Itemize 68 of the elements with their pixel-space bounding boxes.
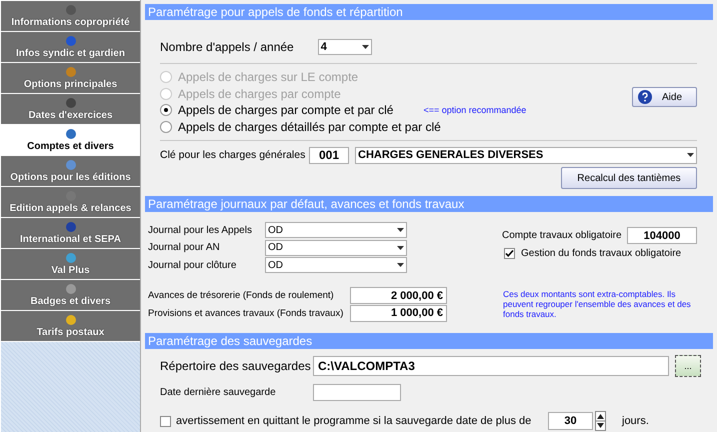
sidebar-item[interactable]: Infos syndic et gardien xyxy=(1,32,140,62)
dropdown-arrow-icon xyxy=(397,263,404,268)
field-label: Date dernière sauvegarde xyxy=(160,387,277,398)
sidebar-icon xyxy=(64,283,76,295)
info-note: Ces deux montants sont extra-comptables. Ils peuvent regrouper l'ensemble des avances et des fonds travaux. xyxy=(503,288,692,321)
key-dropdown[interactable]: CHARGES GENERALES DIVERSES xyxy=(355,146,697,164)
radio-button[interactable] xyxy=(160,104,172,116)
sidebar-item[interactable]: Informations copropriété xyxy=(1,1,140,31)
sidebar-icon xyxy=(64,66,76,78)
field-label: Journal pour les Appels xyxy=(148,224,253,236)
radio-label: Appels de charges sur LE compte xyxy=(178,70,358,84)
sidebar-item[interactable]: International et SEPA xyxy=(1,218,140,248)
sidebar-icon xyxy=(64,4,76,16)
checkbox-label: Gestion du fonds travaux obligatoire xyxy=(521,248,682,260)
sidebar-item[interactable]: Dates d'exercices xyxy=(1,94,140,124)
help-icon xyxy=(638,90,652,104)
field-label: Journal pour clôture xyxy=(148,260,238,271)
checkbox-label: avertissement en quittant le programme si la sauvegarde date de plus de xyxy=(176,415,532,427)
sidebar-icon xyxy=(64,221,76,233)
section-header: Paramétrage journaux par défaut, avances et fonds travaux xyxy=(145,196,713,212)
help-button[interactable]: Aide xyxy=(632,87,697,107)
amount-field[interactable]: 1 000,00 € xyxy=(350,304,447,322)
radio-label: Appels de charges par compte et par clé xyxy=(178,103,394,118)
spinner-arrows[interactable] xyxy=(595,411,606,431)
browse-button[interactable]: ... xyxy=(675,355,701,377)
dropdown-arrow-icon xyxy=(397,246,404,250)
dropdown-arrow-icon xyxy=(397,228,404,232)
sidebar-icon xyxy=(64,97,76,109)
dropdown-arrow-icon xyxy=(687,153,694,157)
radio-button[interactable] xyxy=(160,120,172,133)
checkbox[interactable] xyxy=(160,416,171,426)
recommendation-note: <== option recommandée xyxy=(423,105,526,116)
field-label: Clé pour les charges générales xyxy=(160,149,306,161)
sidebar-item[interactable]: Badges et divers xyxy=(1,280,140,310)
sidebar-item[interactable]: Options principales xyxy=(1,63,140,93)
sidebar-item[interactable]: Options pour les éditions xyxy=(1,156,140,186)
journal-dropdown[interactable]: OD xyxy=(265,240,407,256)
date-field[interactable] xyxy=(313,384,401,401)
field-label: Nombre d'appels / année xyxy=(160,40,294,54)
key-code-field[interactable]: 001 xyxy=(309,146,349,164)
sidebar-icon xyxy=(64,159,76,171)
sidebar-item[interactable]: Edition appels & relances xyxy=(1,187,140,217)
journal-dropdown[interactable]: OD xyxy=(265,257,407,274)
count-dropdown[interactable]: 4 xyxy=(318,39,372,55)
checkbox[interactable] xyxy=(504,248,515,260)
field-label: Avances de trésorerie (Fonds de roulement) xyxy=(148,290,335,302)
sidebar-icon xyxy=(64,314,76,326)
account-field[interactable]: 104000 xyxy=(627,227,697,244)
field-label: Compte travaux obligatoire xyxy=(502,230,623,242)
directory-field[interactable]: C:\VALCOMPTA3 xyxy=(313,356,669,376)
sidebar-icon xyxy=(64,128,76,140)
radio-label: Appels de charges par compte xyxy=(178,86,341,101)
journal-dropdown[interactable]: OD xyxy=(265,222,407,238)
sidebar-item[interactable]: Tarifs postaux xyxy=(1,311,140,341)
sidebar-item[interactable]: Val Plus xyxy=(1,249,140,279)
field-label: Répertoire des sauvegardes xyxy=(160,359,312,373)
recalculate-button[interactable]: Recalcul des tantièmes xyxy=(561,167,697,189)
amount-field[interactable]: 2 000,00 € xyxy=(350,287,447,304)
section-header: Paramétrage pour appels de fonds et répartition xyxy=(145,4,713,20)
unit-label: jours. xyxy=(622,415,649,427)
days-field[interactable]: 30 xyxy=(548,412,593,430)
sidebar-icon xyxy=(64,35,76,47)
section-header: Paramétrage des sauvegardes xyxy=(145,333,713,349)
radio-label: Appels de charges détaillés par compte et par clé xyxy=(178,120,441,134)
sidebar-icon xyxy=(64,252,76,264)
field-label: Provisions et avances travaux (Fonds travaux) xyxy=(148,308,344,319)
dropdown-arrow-icon xyxy=(362,45,369,49)
field-label: Journal pour AN xyxy=(148,242,221,254)
